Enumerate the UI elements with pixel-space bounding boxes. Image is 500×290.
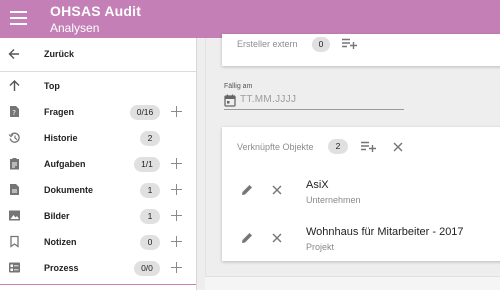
sidebar-item-label: Fragen bbox=[44, 107, 75, 117]
image-icon bbox=[9, 210, 20, 221]
history-icon bbox=[8, 132, 20, 143]
sidebar-item-dokumente[interactable]: Dokumente 1 bbox=[0, 177, 196, 203]
clipboard-icon bbox=[10, 158, 19, 170]
external-creator-count: 0 bbox=[312, 37, 330, 52]
object-name[interactable]: AsiX bbox=[306, 179, 329, 191]
sidebar-item-historie[interactable]: Historie 2 bbox=[0, 125, 196, 151]
close-icon[interactable] bbox=[272, 185, 282, 195]
add-list-icon[interactable] bbox=[342, 38, 357, 49]
svg-text:?: ? bbox=[12, 109, 16, 117]
count-badge: 1/1 bbox=[134, 157, 160, 172]
due-date-underline bbox=[224, 109, 404, 110]
content-border bbox=[205, 38, 206, 276]
sidebar-item-bilder[interactable]: Bilder 1 bbox=[0, 203, 196, 229]
menu-icon[interactable] bbox=[10, 11, 27, 25]
add-icon[interactable] bbox=[171, 236, 182, 247]
count-badge: 0/0 bbox=[134, 261, 160, 276]
linked-objects-label: Verknüpfte Objekte bbox=[237, 142, 314, 152]
calendar-icon[interactable] bbox=[224, 94, 236, 107]
sidebar-item-label: Bilder bbox=[44, 211, 70, 221]
sidebar-item-top[interactable]: Top bbox=[0, 73, 196, 99]
add-icon[interactable] bbox=[171, 262, 182, 273]
app-subtitle: Analysen bbox=[50, 21, 100, 35]
count-badge: 0 bbox=[140, 235, 160, 250]
arrow-up-icon bbox=[9, 80, 20, 91]
external-creator-card: Ersteller extern 0 bbox=[222, 34, 500, 66]
add-list-icon[interactable] bbox=[361, 141, 376, 152]
sidebar-item-fragen[interactable]: ? Fragen 0/16 bbox=[0, 99, 196, 125]
sidebar-divider bbox=[0, 284, 196, 285]
sidebar-item-label: Top bbox=[44, 81, 60, 91]
add-icon[interactable] bbox=[171, 210, 182, 221]
linked-objects-count: 2 bbox=[328, 139, 348, 154]
object-type: Unternehmen bbox=[306, 195, 361, 205]
question-file-icon: ? bbox=[10, 106, 19, 117]
edit-icon[interactable] bbox=[241, 184, 253, 196]
sidebar-item-label: Aufgaben bbox=[44, 159, 86, 169]
due-date-label: Fällig am bbox=[224, 83, 253, 90]
app-bar: OHSAS Audit Analysen bbox=[0, 0, 500, 38]
sidebar-item-label: Dokumente bbox=[44, 185, 94, 195]
object-name[interactable]: Wohnhaus für Mitarbeiter - 2017 bbox=[306, 226, 464, 238]
count-badge: 2 bbox=[140, 131, 160, 146]
sidebar-item-label: Notizen bbox=[44, 237, 77, 247]
object-type: Projekt bbox=[306, 242, 335, 252]
bookmark-icon bbox=[10, 235, 19, 248]
process-icon bbox=[9, 262, 20, 273]
count-badge: 1 bbox=[140, 209, 160, 224]
linked-objects-card: Verknüpfte Objekte 2 AsiX Unternehmen Wo… bbox=[222, 127, 500, 261]
document-icon bbox=[10, 184, 19, 195]
sidebar-item-aufgaben[interactable]: Aufgaben 1/1 bbox=[0, 151, 196, 177]
back-label: Zurück bbox=[44, 49, 75, 59]
add-icon[interactable] bbox=[171, 158, 182, 169]
add-icon[interactable] bbox=[171, 106, 182, 117]
arrow-back-icon bbox=[8, 49, 19, 59]
bottom-bar bbox=[205, 276, 500, 290]
count-badge: 1 bbox=[140, 183, 160, 198]
sidebar-item-label: Prozess bbox=[44, 263, 79, 273]
close-icon[interactable] bbox=[393, 142, 403, 152]
count-badge: 0/16 bbox=[130, 105, 160, 120]
external-creator-label: Ersteller extern bbox=[237, 39, 298, 49]
due-date-input[interactable]: TT.MM.JJJJ bbox=[240, 94, 296, 105]
close-icon[interactable] bbox=[272, 233, 282, 243]
app-title: OHSAS Audit bbox=[50, 3, 142, 19]
add-icon[interactable] bbox=[171, 184, 182, 195]
sidebar: Zurück Top ? Fragen 0/16 Historie 2 Aufg… bbox=[0, 38, 197, 290]
sidebar-item-notizen[interactable]: Notizen 0 bbox=[0, 229, 196, 255]
edit-icon[interactable] bbox=[241, 232, 253, 244]
back-button[interactable]: Zurück bbox=[0, 38, 196, 72]
sidebar-item-prozess[interactable]: Prozess 0/0 bbox=[0, 255, 196, 281]
sidebar-item-label: Historie bbox=[44, 133, 78, 143]
